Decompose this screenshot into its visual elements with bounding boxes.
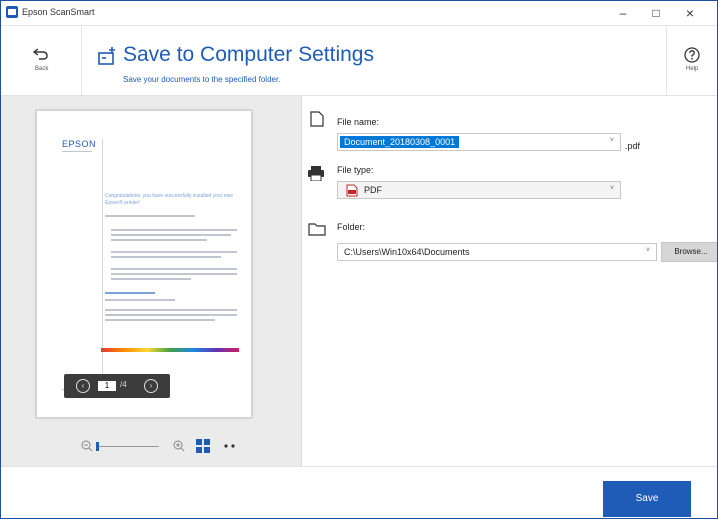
preview-line	[111, 268, 237, 270]
settings-form: File name: Document_20180308_0001 ˅ .pdf…	[306, 96, 717, 466]
preview-line	[62, 151, 92, 152]
page-title: Save to Computer Settings	[123, 43, 374, 66]
preview-color-bar	[101, 348, 239, 352]
file-name-value: Document_20180308_0001	[340, 136, 460, 148]
browse-button[interactable]: Browse...	[661, 242, 717, 262]
preview-logo: EPSON	[62, 139, 97, 149]
file-type-label: File type:	[337, 165, 374, 175]
preview-line	[111, 256, 221, 258]
zoom-toolbar	[1, 434, 301, 458]
folder-label: Folder:	[337, 222, 366, 232]
preview-line	[111, 239, 207, 241]
close-button[interactable]: ×	[676, 3, 704, 23]
zoom-in-icon[interactable]	[173, 440, 185, 452]
page-number-input[interactable]: 1	[98, 381, 116, 391]
prev-page-icon[interactable]: ‹	[76, 379, 90, 393]
preview-line	[111, 273, 237, 275]
folder-value: C:\Users\Win10x64\Documents	[344, 247, 470, 257]
back-button[interactable]: Back	[1, 25, 82, 95]
help-label: Help	[686, 66, 699, 72]
next-page-icon[interactable]: ›	[144, 379, 158, 393]
file-name-label: File name:	[337, 117, 380, 127]
page-navigator: ‹ 1 /4 ›	[64, 374, 170, 398]
preview-line	[111, 229, 237, 231]
preview-line	[105, 319, 215, 321]
zoom-slider-thumb[interactable]	[96, 442, 99, 451]
back-label: Back	[35, 66, 49, 72]
zoom-slider-track[interactable]	[97, 446, 159, 447]
page-header: Back Save to Computer Settings Save your…	[1, 25, 717, 96]
back-arrow-icon	[33, 48, 48, 60]
pdf-icon	[346, 184, 358, 197]
preview-panel: EPSON Congratulations, you have successf…	[1, 96, 302, 466]
preview-line	[111, 278, 191, 280]
chevron-down-icon[interactable]: ˅	[610, 137, 614, 144]
chevron-down-icon[interactable]: ˅	[610, 185, 614, 192]
chevron-down-icon[interactable]: ˅	[646, 247, 650, 254]
add-to-computer-icon	[98, 47, 115, 65]
preview-line	[111, 234, 231, 236]
preview-line	[111, 251, 237, 253]
file-type-value: PDF	[364, 185, 382, 195]
preview-line	[105, 299, 175, 301]
printer-icon	[308, 166, 324, 181]
file-extension: .pdf	[625, 141, 641, 151]
preview-line	[105, 314, 237, 316]
document-preview[interactable]: EPSON Congratulations, you have successf…	[36, 110, 252, 418]
app-window: Epson ScanSmart – □ × Back Save to Compu…	[0, 0, 718, 519]
app-logo-icon	[6, 6, 18, 18]
folder-icon	[308, 223, 326, 236]
preview-line	[105, 215, 195, 217]
preview-line	[105, 292, 155, 294]
maximize-button[interactable]: □	[642, 3, 670, 23]
folder-select[interactable]: C:\Users\Win10x64\Documents ˅	[337, 243, 657, 261]
zoom-out-icon[interactable]	[81, 440, 93, 452]
more-icon[interactable]	[223, 443, 237, 449]
save-button[interactable]: Save	[603, 481, 691, 517]
help-icon	[684, 47, 700, 63]
page-subtitle: Save your documents to the specified fol…	[123, 75, 281, 84]
help-button[interactable]: Help	[666, 25, 717, 95]
preview-line	[105, 309, 237, 311]
file-type-select[interactable]: PDF ˅	[337, 181, 621, 199]
file-name-input[interactable]: Document_20180308_0001 ˅	[337, 133, 621, 151]
page-total: /4	[120, 380, 127, 389]
file-icon	[310, 111, 324, 127]
preview-headline: Congratulations, you have successfully i…	[105, 193, 233, 206]
window-title: Epson ScanSmart	[22, 7, 95, 17]
minimize-button[interactable]: –	[609, 3, 637, 23]
footer-bar: Save	[1, 466, 717, 518]
title-bar: Epson ScanSmart – □ ×	[1, 1, 717, 26]
thumbnails-icon[interactable]	[196, 439, 210, 453]
